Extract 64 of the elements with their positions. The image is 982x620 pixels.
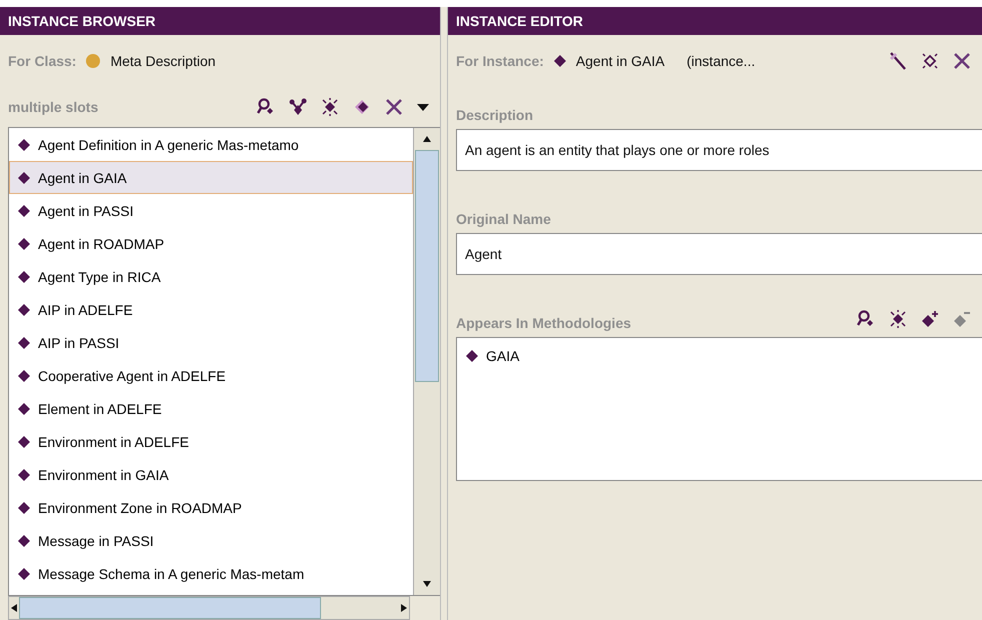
instance-label: Message in PASSI (38, 532, 154, 548)
instance-label: Environment in ADELFE (38, 434, 189, 450)
scroll-left-icon[interactable] (9, 603, 19, 613)
diamond-icon (466, 350, 478, 362)
instance-item[interactable]: Agent in GAIA (9, 161, 413, 194)
diamond-icon (18, 270, 30, 282)
instance-label: Cooperative Agent in ADELFE (38, 368, 226, 384)
instance-label: Environment in GAIA (38, 466, 169, 482)
diamond-icon (18, 336, 30, 348)
sparkle-diamond-icon (888, 309, 908, 329)
scroll-up-icon[interactable] (422, 134, 432, 144)
class-label: For Class: (8, 53, 76, 69)
panel-title: INSTANCE EDITOR (448, 7, 982, 35)
delete-icon (952, 51, 972, 71)
instance-label: Message Schema in A generic Mas-metam (38, 566, 304, 582)
diamond-icon (18, 468, 30, 480)
sparkle-diamond-icon (920, 51, 940, 71)
instance-type: (instance... (686, 53, 756, 69)
text-field[interactable]: An agent is an entity that plays one or more roles (456, 129, 982, 171)
instance-label: Agent Type in RICA (38, 268, 161, 284)
diamond-icon (18, 238, 30, 250)
instance-name: Agent in GAIA (576, 53, 665, 69)
instance-label: Element in ADELFE (38, 400, 162, 416)
diamond-icon (18, 204, 30, 216)
dropdown-caret-icon (416, 102, 430, 112)
list-label: Appears In Methodologies (456, 315, 632, 331)
search-icon (856, 309, 876, 329)
diamond-icon (18, 502, 30, 514)
slots-label: multiple slots (8, 99, 98, 115)
diamond-icon (18, 304, 30, 316)
scroll-down-icon[interactable] (422, 579, 432, 589)
diamond-icon (18, 138, 30, 150)
add-diamond-icon (920, 309, 940, 329)
scroll-right-icon[interactable] (399, 603, 409, 613)
diamond-icon (18, 370, 30, 382)
horizontal-scrollbar[interactable] (8, 596, 410, 620)
class-name: Meta Description (110, 53, 216, 69)
methodology-label: GAIA (486, 348, 520, 364)
field-label: Description (456, 107, 534, 123)
instance-label: Agent Definition in A generic Mas-metamo (38, 136, 299, 152)
field-label: Original Name (456, 211, 551, 227)
diamond-icon (18, 436, 30, 448)
linked-nodes-icon (288, 97, 308, 117)
diamond-icon (554, 55, 566, 67)
vertical-scrollbar[interactable] (413, 128, 440, 595)
instance-label: For Instance: (456, 53, 544, 69)
sparkle-diamond-icon (320, 97, 340, 117)
text-field[interactable]: Agent (456, 233, 982, 275)
diamond-icon (18, 172, 30, 184)
panel-title: INSTANCE BROWSER (0, 7, 440, 35)
diamond-icon (18, 534, 30, 546)
diamond-icon (18, 402, 30, 414)
search-icon (256, 97, 276, 117)
instance-label: AIP in ADELFE (38, 302, 133, 318)
delete-icon (384, 97, 404, 117)
diamond-icon (18, 568, 30, 580)
instance-label: Environment Zone in ROADMAP (38, 500, 242, 516)
instance-label: AIP in PASSI (38, 334, 120, 350)
instance-label: Agent in PASSI (38, 202, 134, 218)
remove-diamond-icon (952, 309, 972, 329)
pin-icon (888, 51, 908, 71)
instance-label: Agent in ROADMAP (38, 236, 164, 252)
class-dot-icon (86, 54, 100, 68)
instance-label: Agent in GAIA (38, 170, 127, 186)
